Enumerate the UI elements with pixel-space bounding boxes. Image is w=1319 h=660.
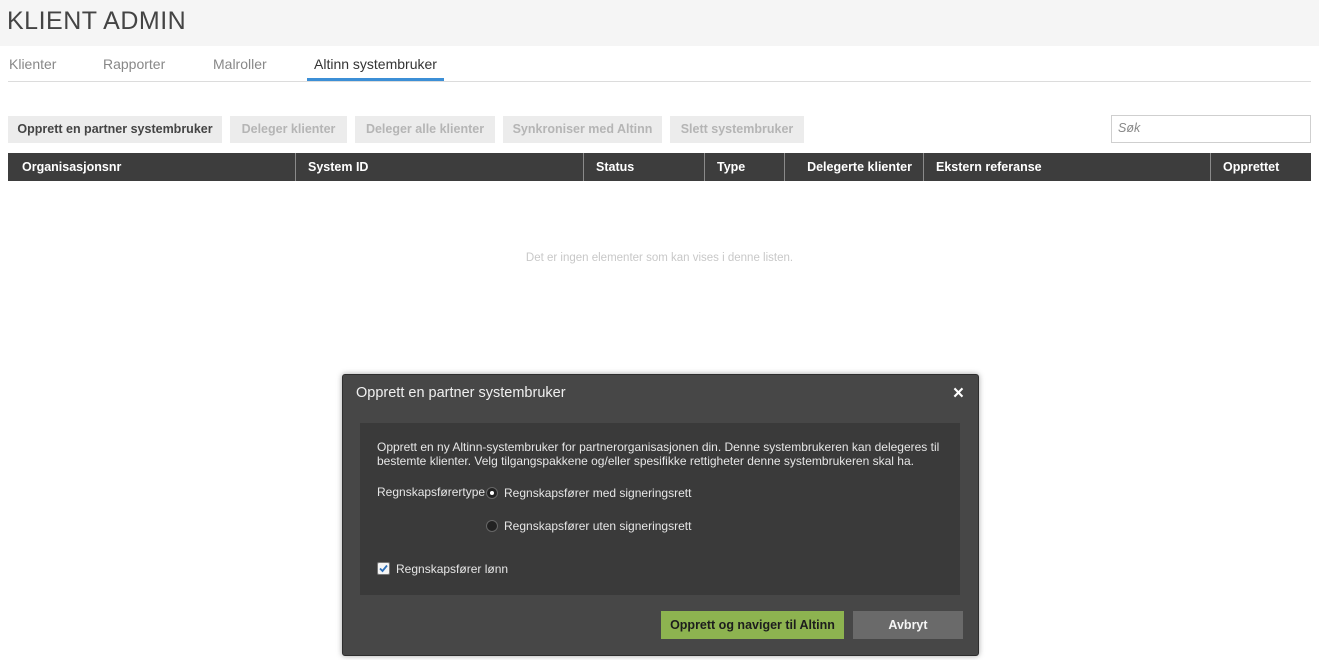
radio-option-label: Regnskapsfører med signeringsrett xyxy=(504,485,692,500)
delete-systemuser-button[interactable]: Slett systembruker xyxy=(670,116,804,143)
radio-button-checked[interactable] xyxy=(486,486,498,499)
tab-malroller[interactable]: Malroller xyxy=(213,56,267,80)
search-box xyxy=(1111,115,1311,143)
app-header: KLIENT ADMIN xyxy=(0,0,1319,46)
column-header-delegerte-klienter[interactable]: Delegerte klienter xyxy=(785,153,924,181)
dialog-description: Opprett en ny Altinn-systembruker for pa… xyxy=(377,440,940,468)
checkmark-icon xyxy=(379,565,388,573)
delegate-clients-button[interactable]: Deleger klienter xyxy=(230,116,347,143)
empty-list-message: Det er ingen elementer som kan vises i d… xyxy=(525,252,794,264)
delegate-all-clients-button[interactable]: Deleger alle klienter xyxy=(355,116,495,143)
app-title: KLIENT ADMIN xyxy=(7,7,187,35)
column-header-opprettet[interactable]: Opprettet xyxy=(1211,153,1311,181)
table-header: Organisasjonsnr System ID Status Type De… xyxy=(8,153,1311,181)
checkbox-label: Regnskapsfører lønn xyxy=(396,561,509,576)
column-header-status[interactable]: Status xyxy=(584,153,705,181)
tab-bar: Klienter Rapporter Malroller Altinn syst… xyxy=(8,47,1311,82)
create-partner-dialog: Opprett en partner systembruker × Oppret… xyxy=(342,374,979,656)
tab-rapporter[interactable]: Rapporter xyxy=(103,56,165,80)
radio-option-with-signing[interactable]: Regnskapsfører med signeringsrett xyxy=(486,485,691,500)
create-partner-systemuser-button[interactable]: Opprett en partner systembruker xyxy=(8,116,222,143)
tab-klienter[interactable]: Klienter xyxy=(9,56,56,80)
search-input[interactable] xyxy=(1112,116,1310,140)
dialog-body: Opprett en ny Altinn-systembruker for pa… xyxy=(360,423,960,595)
column-header-system-id[interactable]: System ID xyxy=(296,153,584,181)
checkbox-checked[interactable] xyxy=(377,562,390,576)
radio-option-without-signing[interactable]: Regnskapsfører uten signeringsrett xyxy=(486,518,691,533)
create-and-navigate-button[interactable]: Opprett og naviger til Altinn xyxy=(661,611,844,639)
accountant-type-label: Regnskapsførertype xyxy=(377,485,486,499)
radio-button[interactable] xyxy=(486,519,498,532)
column-header-ekstern-referanse[interactable]: Ekstern referanse xyxy=(924,153,1211,181)
close-icon[interactable]: × xyxy=(953,383,964,405)
tab-altinn-systembruker[interactable]: Altinn systembruker xyxy=(307,56,444,81)
column-header-type[interactable]: Type xyxy=(705,153,785,181)
checkbox-payroll[interactable]: Regnskapsfører lønn xyxy=(377,561,508,576)
column-header-organisasjonsnr[interactable]: Organisasjonsnr xyxy=(8,153,296,181)
cancel-button[interactable]: Avbryt xyxy=(853,611,963,639)
dialog-title: Opprett en partner systembruker xyxy=(356,385,566,401)
sync-altinn-button[interactable]: Synkroniser med Altinn xyxy=(503,116,662,143)
radio-option-label: Regnskapsfører uten signeringsrett xyxy=(504,518,692,533)
